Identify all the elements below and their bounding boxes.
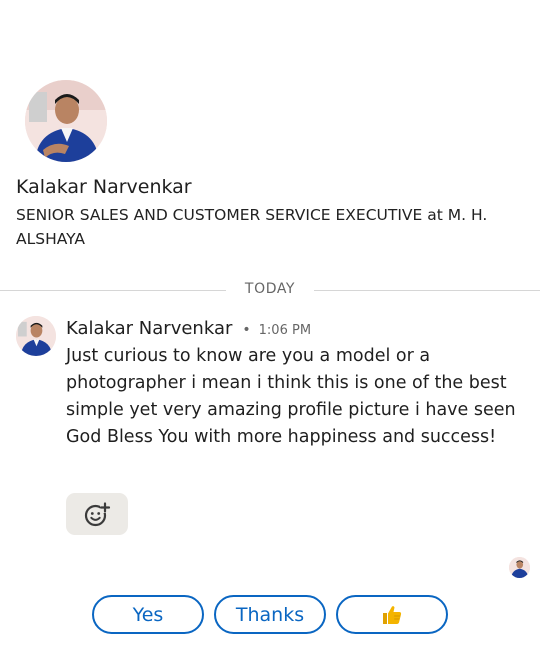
profile-avatar[interactable] [25, 80, 107, 162]
quick-reply-thumbs-up-button[interactable] [336, 595, 448, 634]
divider-line-left [0, 290, 226, 291]
add-reaction-button[interactable] [66, 493, 128, 535]
divider-line-right [314, 290, 540, 291]
profile-photo [25, 80, 107, 162]
profile-headline: SENIOR SALES AND CUSTOMER SERVICE EXECUT… [16, 206, 488, 248]
message-body: Just curious to know are you a model or … [66, 346, 516, 447]
add-reaction-icon [84, 502, 111, 527]
sender-photo [16, 316, 56, 356]
thumbs-up-icon [383, 605, 402, 624]
read-receipt-photo [509, 557, 530, 578]
message-separator: • [242, 322, 251, 338]
message-header: Kalakar Narvenkar • 1:06 PM [66, 318, 311, 339]
read-receipt-avatar [509, 557, 530, 578]
quick-reply-yes-button[interactable]: Yes [92, 595, 204, 634]
day-divider-label: TODAY [244, 281, 296, 297]
message-timestamp: 1:06 PM [258, 323, 312, 338]
profile-name[interactable]: Kalakar Narvenkar [16, 176, 192, 198]
message-sender-avatar[interactable] [16, 316, 56, 356]
quick-reply-thanks-button[interactable]: Thanks [214, 595, 326, 634]
message-sender-name[interactable]: Kalakar Narvenkar [66, 318, 232, 339]
